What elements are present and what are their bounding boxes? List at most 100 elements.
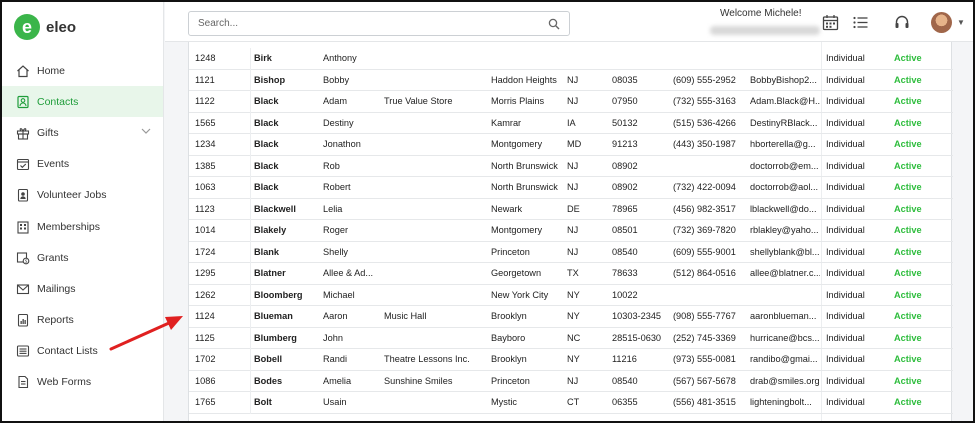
chevron-down-icon[interactable] <box>141 127 151 138</box>
zip-code-cell: 08035 <box>612 74 638 85</box>
welcome-message: Welcome Michele! <box>720 8 802 19</box>
caret-down-icon[interactable]: ▼ <box>957 18 965 27</box>
phone-cell: (908) 555-7767 <box>673 311 736 321</box>
user-avatar[interactable] <box>931 12 952 33</box>
last-name-cell: Birk <box>254 53 272 63</box>
contact-id-cell: 1248 <box>195 48 251 70</box>
status-badge-cell: Active <box>894 160 922 171</box>
list-icon <box>16 344 30 358</box>
organization-cell <box>384 113 489 135</box>
sidebar-item-label: Gifts <box>37 126 59 139</box>
contact-id-cell: 1121 <box>195 69 251 91</box>
sidebar-item-label: Contacts <box>37 95 79 108</box>
sidebar-item-events[interactable]: Events <box>2 149 163 180</box>
home-icon <box>16 64 30 78</box>
contact-type-cell: Individual <box>826 160 865 171</box>
phone-cell: (515) 536-4266 <box>673 117 736 128</box>
table-row[interactable]: 1724 Blank Shelly Princeton NJ 08540 (609) 555… <box>189 241 953 264</box>
table-row[interactable]: 1234 Black Jonathon Montgomery MD 91213 (443) … <box>189 134 953 156</box>
table-row[interactable]: 1086 Bodes Amelia Sunshine Smiles Princeton N… <box>189 370 953 392</box>
sidebar: e eleo Home Contacts Gifts Events Volunteer … <box>2 2 164 421</box>
organization-cell <box>384 328 489 350</box>
sidebar-item-grants[interactable]: $ Grants <box>2 242 163 273</box>
table-row[interactable]: 1262 Bloomberg Michael New York City NY 10022… <box>189 284 953 307</box>
status-badge-cell: Active <box>894 397 922 407</box>
contact-id-cell: 1086 <box>195 370 251 392</box>
table-row[interactable]: 1124 Blueman Aaron Music Hall Brooklyn NY 1030… <box>189 306 953 328</box>
organization-cell <box>384 392 489 414</box>
table-row[interactable]: 1125 Blumberg John Bayboro NC 28515-0630 (252)… <box>189 327 953 350</box>
status-badge-cell: Active <box>894 74 922 85</box>
email-cell: lighteningbolt... <box>750 397 812 407</box>
city-cell <box>491 48 566 70</box>
email-cell: allee@blatner.c... <box>750 268 820 278</box>
last-name-cell: Blatner <box>254 268 286 278</box>
city-cell: New York City <box>491 289 549 300</box>
status-badge-cell: Active <box>894 246 922 257</box>
sidebar-item-mailings[interactable]: Mailings <box>2 273 163 304</box>
table-row[interactable]: 1123 Blackwell Lelia Newark DE 78965 (456) 982… <box>189 198 953 220</box>
contact-id-cell: 1565 <box>195 112 251 134</box>
contact-type-cell: Individual <box>826 332 865 343</box>
table-row[interactable]: 1063 Black Robert North Brunswick NJ 08902 (73… <box>189 177 953 199</box>
phone-cell <box>673 285 748 307</box>
contact-type-cell: Individual <box>826 96 865 106</box>
sidebar-item-memberships[interactable]: Memberships <box>2 211 163 242</box>
search-input[interactable] <box>189 12 529 35</box>
organization-cell <box>384 242 489 264</box>
table-row[interactable]: 1765 Bolt Usain Mystic CT 06355 (556) 481-3515… <box>189 392 953 414</box>
first-name-cell: Bobby <box>323 74 350 85</box>
city-cell: Princeton <box>491 375 530 386</box>
contact-id-cell: 1262 <box>195 284 251 306</box>
table-row[interactable]: 1385 Black Rob North Brunswick NJ 08902 doctor… <box>189 155 953 177</box>
contact-type-cell: Individual <box>826 139 865 149</box>
state-cell: NJ <box>567 74 579 85</box>
zip-code-cell: 08540 <box>612 375 638 386</box>
phone-cell: (456) 982-3517 <box>673 203 736 214</box>
sidebar-item-web-forms[interactable]: Web Forms <box>2 367 163 398</box>
last-name-cell: Blackwell <box>254 203 296 214</box>
gift-icon <box>16 126 30 140</box>
sidebar-item-gifts[interactable]: Gifts <box>2 117 163 148</box>
contact-type-cell: Individual <box>826 397 865 407</box>
last-name-cell: Black <box>254 160 279 171</box>
table-row[interactable]: 1565 Black Destiny Kamrar IA 50132 (515) 536-4… <box>189 112 953 135</box>
sidebar-item-contacts[interactable]: Contacts <box>2 86 163 118</box>
first-name-cell: Usain <box>323 397 347 407</box>
sidebar-item-reports[interactable]: Reports <box>2 305 163 336</box>
search-icon[interactable] <box>548 17 560 35</box>
status-badge-cell: Active <box>894 289 922 300</box>
email-cell: DestinyRBlack... <box>750 117 818 128</box>
table-row[interactable]: 1295 Blatner Allee & Ad... Georgetown TX 7863… <box>189 263 953 285</box>
headset-icon[interactable] <box>894 14 910 36</box>
table-row[interactable]: 1014 Blakely Roger Montgomery NJ 08501 (732) 3… <box>189 220 953 242</box>
contact-type-cell: Individual <box>826 182 865 192</box>
logo[interactable]: e eleo <box>14 14 76 40</box>
zip-code-cell: 08540 <box>612 246 638 257</box>
first-name-cell: Randi <box>323 354 348 364</box>
table-row[interactable]: 1248 Birk Anthony Individual Active <box>189 48 953 70</box>
phone-cell: (732) 369-7820 <box>673 225 736 235</box>
task-list-icon[interactable] <box>852 14 869 36</box>
search-box <box>188 11 570 36</box>
status-badge-cell: Active <box>894 225 922 235</box>
zip-code-cell: 50132 <box>612 117 638 128</box>
last-name-cell: Black <box>254 96 279 106</box>
sidebar-item-home[interactable]: Home <box>2 55 163 86</box>
status-badge-cell: Active <box>894 117 922 128</box>
last-name-cell: Bodes <box>254 375 283 386</box>
sidebar-item-volunteer-jobs[interactable]: Volunteer Jobs <box>2 180 163 211</box>
email-cell: lblackwell@do... <box>750 203 817 214</box>
calendar-icon[interactable] <box>822 14 839 36</box>
email-cell: shellyblank@bl... <box>750 246 820 257</box>
phone-cell: (512) 864-0516 <box>673 268 736 278</box>
state-cell: MD <box>567 139 582 149</box>
table-row[interactable]: 1702 Bobell Randi Theatre Lessons Inc. Brook… <box>189 349 953 371</box>
organization-cell: Theatre Lessons Inc. <box>384 354 470 364</box>
sidebar-item-contact-lists[interactable]: Contact Lists <box>2 336 163 367</box>
table-row[interactable]: 1121 Bishop Bobby Haddon Heights NJ 08035 (609… <box>189 69 953 91</box>
first-name-cell: John <box>323 332 343 343</box>
table-row[interactable]: 1122 Black Adam True Value Store Morris Plai… <box>189 91 953 113</box>
status-badge-cell: Active <box>894 311 922 321</box>
phone-cell: (732) 555-3163 <box>673 96 736 106</box>
